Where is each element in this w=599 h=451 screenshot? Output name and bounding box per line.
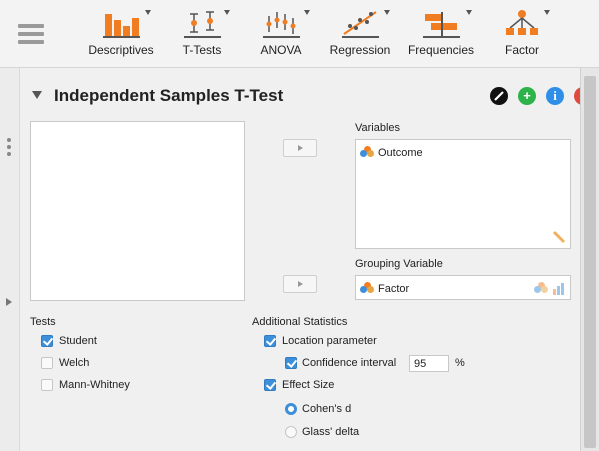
grouping-item[interactable]: Factor bbox=[360, 282, 409, 295]
nominal-variable-icon bbox=[360, 282, 374, 293]
descriptives-button[interactable]: Descriptives bbox=[82, 4, 160, 64]
factor-label: Factor bbox=[504, 43, 539, 57]
scatter-regression-icon bbox=[342, 11, 379, 38]
bar-chart-icon bbox=[103, 14, 140, 38]
factor-network-icon bbox=[506, 10, 538, 35]
confidence-interval-checkbox[interactable] bbox=[285, 357, 297, 369]
glass-delta-radio[interactable] bbox=[285, 426, 297, 438]
frequencies-icon bbox=[423, 12, 460, 38]
confidence-interval-label: Confidence interval bbox=[302, 357, 397, 369]
grouping-variable-name: Factor bbox=[378, 283, 410, 295]
mann-whitney-label: Mann-Whitney bbox=[59, 379, 130, 391]
analysis-header: Independent Samples T-Test + i × bbox=[32, 86, 592, 108]
factor-button[interactable]: Factor bbox=[492, 4, 552, 64]
ordinal-type-icon bbox=[553, 283, 564, 295]
welch-checkbox[interactable] bbox=[41, 357, 53, 369]
effect-size-label: Effect Size bbox=[282, 379, 335, 391]
frequencies-label: Frequencies bbox=[407, 43, 475, 57]
info-icon[interactable]: i bbox=[546, 87, 564, 105]
location-parameter-checkbox[interactable] bbox=[264, 335, 276, 347]
variable-item[interactable]: Outcome bbox=[360, 146, 423, 159]
edit-icon[interactable] bbox=[490, 87, 508, 105]
t-test-icon bbox=[184, 11, 221, 38]
chevron-down-icon bbox=[544, 10, 550, 15]
regression-label: Regression bbox=[329, 43, 391, 57]
frequencies-button[interactable]: Frequencies bbox=[404, 4, 478, 64]
ribbon-toolbar: Descriptives T-Tests ANOVA Regression Fr… bbox=[0, 0, 599, 68]
mann-whitney-checkbox[interactable] bbox=[41, 379, 53, 391]
expand-arrow-icon[interactable] bbox=[6, 298, 12, 306]
chevron-down-icon bbox=[384, 10, 390, 15]
move-to-variables-button[interactable] bbox=[283, 139, 317, 157]
analysis-options-panel: Independent Samples T-Test + i × Variabl… bbox=[20, 68, 592, 451]
anova-icon bbox=[263, 12, 300, 38]
descriptives-label: Descriptives bbox=[88, 43, 154, 57]
additional-statistics-label: Additional Statistics bbox=[252, 316, 348, 328]
location-parameter-label: Location parameter bbox=[282, 335, 377, 347]
add-icon[interactable]: + bbox=[518, 87, 536, 105]
chevron-down-icon bbox=[145, 10, 151, 15]
regression-button[interactable]: Regression bbox=[326, 4, 394, 64]
nominal-variable-icon bbox=[360, 146, 374, 157]
collapse-triangle-icon[interactable] bbox=[32, 91, 42, 99]
grouping-label: Grouping Variable bbox=[355, 258, 443, 270]
nominal-type-icon bbox=[534, 282, 548, 293]
t-tests-button[interactable]: T-Tests bbox=[170, 4, 234, 64]
variable-name: Outcome bbox=[378, 147, 423, 159]
glass-delta-label: Glass' delta bbox=[302, 426, 360, 438]
anova-label: ANOVA bbox=[260, 43, 302, 57]
confidence-interval-input[interactable]: 95 bbox=[409, 355, 449, 372]
vertical-scrollbar[interactable] bbox=[580, 68, 599, 451]
left-gutter bbox=[0, 68, 20, 451]
variables-label: Variables bbox=[355, 122, 401, 134]
chevron-down-icon bbox=[304, 10, 310, 15]
grouping-variable-box[interactable]: Factor bbox=[355, 275, 571, 300]
chevron-down-icon bbox=[466, 10, 472, 15]
scrollbar-thumb[interactable] bbox=[584, 76, 596, 448]
available-variables-list[interactable] bbox=[30, 121, 245, 301]
move-to-grouping-button[interactable] bbox=[283, 275, 317, 293]
hamburger-icon[interactable] bbox=[18, 24, 44, 46]
drag-handle-icon[interactable] bbox=[7, 138, 13, 159]
cohens-d-radio[interactable] bbox=[285, 403, 297, 415]
variables-box[interactable]: Outcome bbox=[355, 139, 571, 249]
cohens-d-label: Cohen's d bbox=[302, 403, 352, 415]
analysis-title: Independent Samples T-Test bbox=[54, 86, 284, 105]
tests-label: Tests bbox=[30, 316, 56, 328]
student-label: Student bbox=[59, 335, 97, 347]
student-checkbox[interactable] bbox=[41, 335, 53, 347]
percent-unit: % bbox=[455, 357, 465, 369]
ruler-icon bbox=[552, 230, 566, 244]
t-tests-label: T-Tests bbox=[182, 43, 222, 57]
effect-size-checkbox[interactable] bbox=[264, 379, 276, 391]
anova-button[interactable]: ANOVA bbox=[248, 4, 314, 64]
welch-label: Welch bbox=[59, 357, 90, 369]
chevron-down-icon bbox=[224, 10, 230, 15]
